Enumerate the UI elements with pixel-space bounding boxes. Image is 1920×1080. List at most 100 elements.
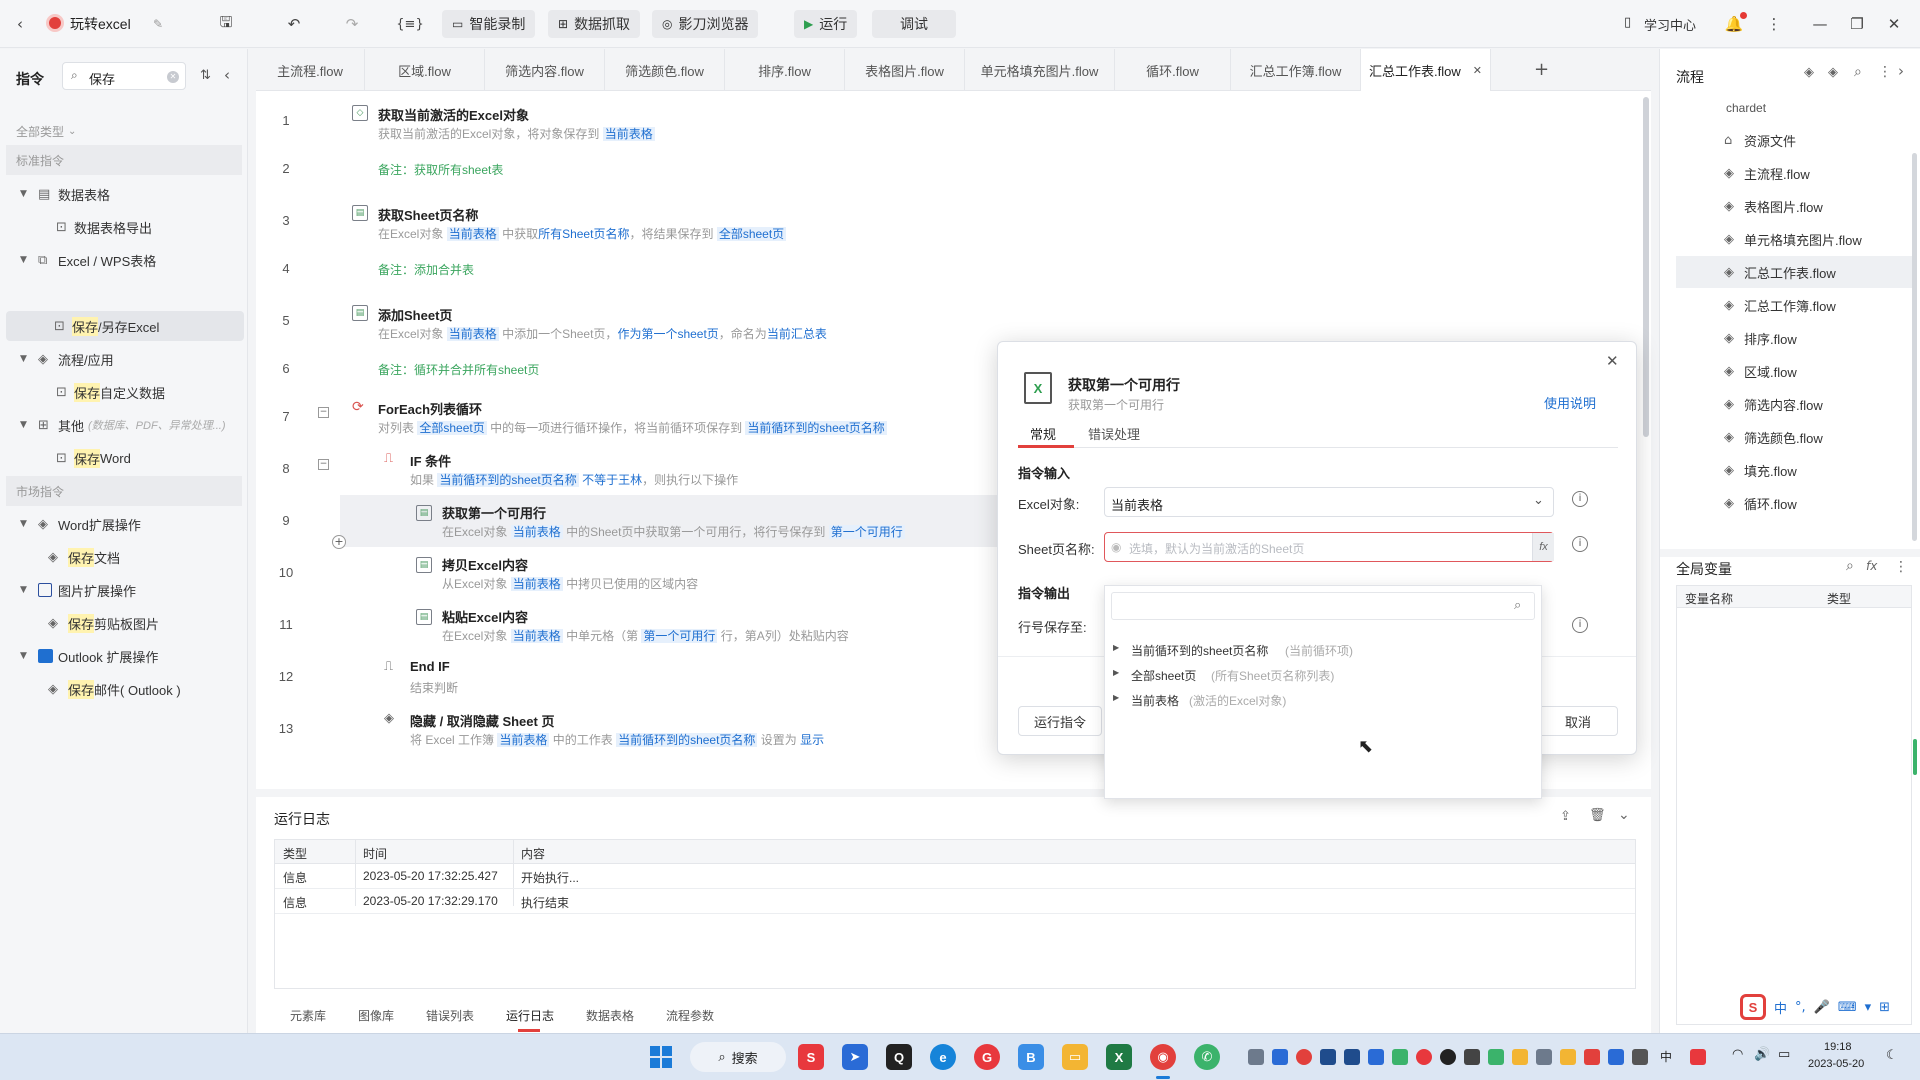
flow-item-summary-workbook[interactable]: ◈ 汇总工作簿.flow xyxy=(1676,289,1916,321)
notification-center-icon[interactable]: ☾ xyxy=(1886,1048,1898,1063)
dropdown-option[interactable]: ▶ 当前循环到的sheet页名称 (当前循环项) xyxy=(1105,638,1541,662)
tab-cell-fill-image-flow[interactable]: 单元格填充图片.flow xyxy=(965,49,1115,91)
flow-line[interactable]: 4 备注：添加合并表 xyxy=(256,249,1636,291)
add-tab-icon[interactable]: + xyxy=(1534,59,1549,80)
taskbar-search[interactable]: ⌕ 搜索 xyxy=(690,1042,786,1072)
flow-line[interactable]: 1 ◇ 获取当前激活的Excel对象 获取当前激活的Excel对象，将对象保存到… xyxy=(256,91,1636,149)
restore-icon[interactable]: ❐ xyxy=(1845,12,1869,36)
tree-group-excel[interactable]: ▼ ⧉ Excel / WPS表格 xyxy=(20,245,156,275)
tab-error-list[interactable]: 错误列表 xyxy=(426,1007,474,1024)
flow-list-scrollbar[interactable] xyxy=(1912,153,1917,541)
debug-button[interactable]: 调试 xyxy=(872,10,956,38)
tray-icon-4[interactable] xyxy=(1320,1049,1336,1065)
chevron-down-icon[interactable]: ⌄ xyxy=(1618,807,1630,823)
tree-group-word-ext[interactable]: ▼ ◈ Word扩展操作 xyxy=(20,509,141,539)
editor-scrollbar[interactable] xyxy=(1643,97,1649,437)
dropdown-option[interactable]: ▶ 全部sheet页 (所有Sheet页名称列表) xyxy=(1105,663,1541,687)
all-types-filter[interactable]: 全部类型 ⌄ xyxy=(16,116,76,146)
ime-indicator[interactable]: 中 xyxy=(1660,1048,1672,1065)
more-menu-icon[interactable]: ⋮ xyxy=(1878,64,1892,80)
command-search-input[interactable]: 保存 xyxy=(89,69,115,88)
new-flow-icon[interactable]: ◈ xyxy=(1804,65,1814,80)
clear-search-icon[interactable]: ✕ xyxy=(167,71,179,83)
app-icon-b[interactable]: B xyxy=(1018,1044,1044,1070)
start-button[interactable] xyxy=(650,1046,672,1068)
tab-table-image-flow[interactable]: 表格图片.flow xyxy=(845,49,965,91)
tab-element-library[interactable]: 元素库 xyxy=(290,1007,326,1024)
tree-item-data-table-export[interactable]: ⊡ 数据表格导出 xyxy=(56,212,152,242)
collapse-block-icon[interactable]: − xyxy=(318,459,329,470)
redo-icon[interactable]: ↷ xyxy=(340,12,364,36)
tree-item-save-mail-outlook[interactable]: ◈ 保存 邮件( Outlook ) xyxy=(48,674,181,704)
tree-item-save-document[interactable]: ◈ 保存 文档 xyxy=(48,542,120,572)
tray-icon-2[interactable] xyxy=(1272,1049,1288,1065)
tray-icon-9[interactable] xyxy=(1440,1049,1456,1065)
tab-flow-params[interactable]: 流程参数 xyxy=(666,1007,714,1024)
tab-summary-worksheet-flow[interactable]: 汇总工作表.flow ✕ xyxy=(1361,49,1491,91)
fx-icon[interactable]: fx xyxy=(1866,559,1877,573)
tray-icon-16[interactable] xyxy=(1632,1049,1648,1065)
tray-icon-14[interactable] xyxy=(1560,1049,1576,1065)
sogou-logo-icon[interactable]: S xyxy=(1740,994,1766,1020)
learning-center-link[interactable]: 学习中心 xyxy=(1644,15,1696,34)
search-icon[interactable]: ⌕ xyxy=(1854,64,1862,80)
tree-group-image-ext[interactable]: ▼ 图片扩展操作 xyxy=(20,575,136,605)
tab-filter-color-flow[interactable]: 筛选颜色.flow xyxy=(605,49,725,91)
flow-item-resources[interactable]: ⌂ 资源文件 xyxy=(1676,124,1916,156)
dropdown-option[interactable]: ▶ 当前表格 (激活的Excel对象) xyxy=(1105,688,1541,712)
tab-general[interactable]: 常规 xyxy=(1030,424,1056,443)
tray-icon-15[interactable] xyxy=(1584,1049,1600,1065)
flow-item-summary-worksheet[interactable]: ◈ 汇总工作表.flow xyxy=(1676,256,1916,288)
info-icon[interactable]: i xyxy=(1572,536,1588,552)
close-icon[interactable]: ✕ xyxy=(1606,352,1619,370)
app-icon-red[interactable]: S xyxy=(798,1044,824,1070)
shadowbot-icon[interactable]: ◉ xyxy=(1150,1044,1176,1070)
flow-line[interactable]: 2 备注：获取所有sheet表 xyxy=(256,149,1636,191)
commands-tab[interactable]: 指令 xyxy=(16,69,44,89)
collapse-block-icon[interactable]: − xyxy=(318,407,329,418)
tray-icon-6[interactable] xyxy=(1368,1049,1384,1065)
tab-summary-workbook-flow[interactable]: 汇总工作簿.flow xyxy=(1231,49,1361,91)
copy-flow-icon[interactable]: ◈ xyxy=(1828,65,1838,80)
flow-item-main[interactable]: ◈ 主流程.flow xyxy=(1676,157,1916,189)
tab-error-handling[interactable]: 错误处理 xyxy=(1088,424,1140,443)
punctuation-icon[interactable]: °, xyxy=(1795,1000,1806,1015)
tray-icon-11[interactable] xyxy=(1488,1049,1504,1065)
flow-root-folder[interactable]: chardet xyxy=(1726,101,1766,115)
microphone-icon[interactable]: 🎤 xyxy=(1814,1000,1830,1015)
close-icon[interactable]: ✕ xyxy=(1882,12,1906,36)
table-row[interactable]: 信息 2023-05-20 17:32:29.170 执行结束 xyxy=(275,889,1635,914)
run-button[interactable]: ▶ 运行 xyxy=(794,10,858,38)
minimize-icon[interactable]: — xyxy=(1808,12,1832,36)
sheet-name-input[interactable]: ◉ 选填，默认为当前激活的Sheet页 fx xyxy=(1104,532,1554,562)
tab-sort-flow[interactable]: 排序.flow xyxy=(725,49,845,91)
tab-loop-flow[interactable]: 循环.flow xyxy=(1115,49,1231,91)
tab-filter-content-flow[interactable]: 筛选内容.flow xyxy=(485,49,605,91)
app-icon-g[interactable]: G xyxy=(974,1044,1000,1070)
tray-icon-1[interactable] xyxy=(1248,1049,1264,1065)
tree-group-outlook-ext[interactable]: ▼ Outlook 扩展操作 xyxy=(20,641,158,671)
skin-icon[interactable]: ▾ xyxy=(1865,1000,1872,1015)
tree-group-other[interactable]: ▼ ⊞ 其他 (数据库、PDF、异常处理...) xyxy=(20,410,226,440)
clock-date[interactable]: 2023-05-20 xyxy=(1808,1058,1864,1070)
tray-icon-7[interactable] xyxy=(1392,1049,1408,1065)
flow-line[interactable]: 3 ▤ 获取Sheet页名称 在Excel对象 当前表格 中获取所有Sheet页… xyxy=(256,191,1636,249)
close-tab-icon[interactable]: ✕ xyxy=(1473,64,1482,77)
search-icon[interactable]: ⌕ xyxy=(1846,558,1854,574)
tab-run-log[interactable]: 运行日志 xyxy=(506,1007,554,1024)
app-name[interactable]: 玩转excel xyxy=(70,14,131,34)
tree-group-flow-app[interactable]: ▼ ◈ 流程/应用 xyxy=(20,344,114,374)
data-capture-button[interactable]: ⊞ 数据抓取 xyxy=(548,10,641,38)
table-row[interactable]: 信息 2023-05-20 17:32:25.427 开始执行... xyxy=(275,864,1635,889)
cancel-button[interactable]: 取消 xyxy=(1538,706,1618,736)
expand-panel-icon[interactable]: › xyxy=(1898,62,1904,80)
bluetooth-icon[interactable] xyxy=(1608,1049,1624,1065)
shadow-browser-button[interactable]: ◎ 影刀浏览器 xyxy=(652,10,759,38)
tree-item-save-word[interactable]: ⊡ 保存 Word xyxy=(56,443,131,473)
tray-icon-13[interactable] xyxy=(1536,1049,1552,1065)
keyboard-icon[interactable]: ⌨ xyxy=(1838,1000,1857,1015)
flow-item-filter-color[interactable]: ◈ 筛选颜色.flow xyxy=(1676,421,1916,453)
flow-item-region[interactable]: ◈ 区域.flow xyxy=(1676,355,1916,387)
tray-icon-3[interactable] xyxy=(1296,1049,1312,1065)
more-menu-icon[interactable]: ⋮ xyxy=(1762,12,1786,36)
